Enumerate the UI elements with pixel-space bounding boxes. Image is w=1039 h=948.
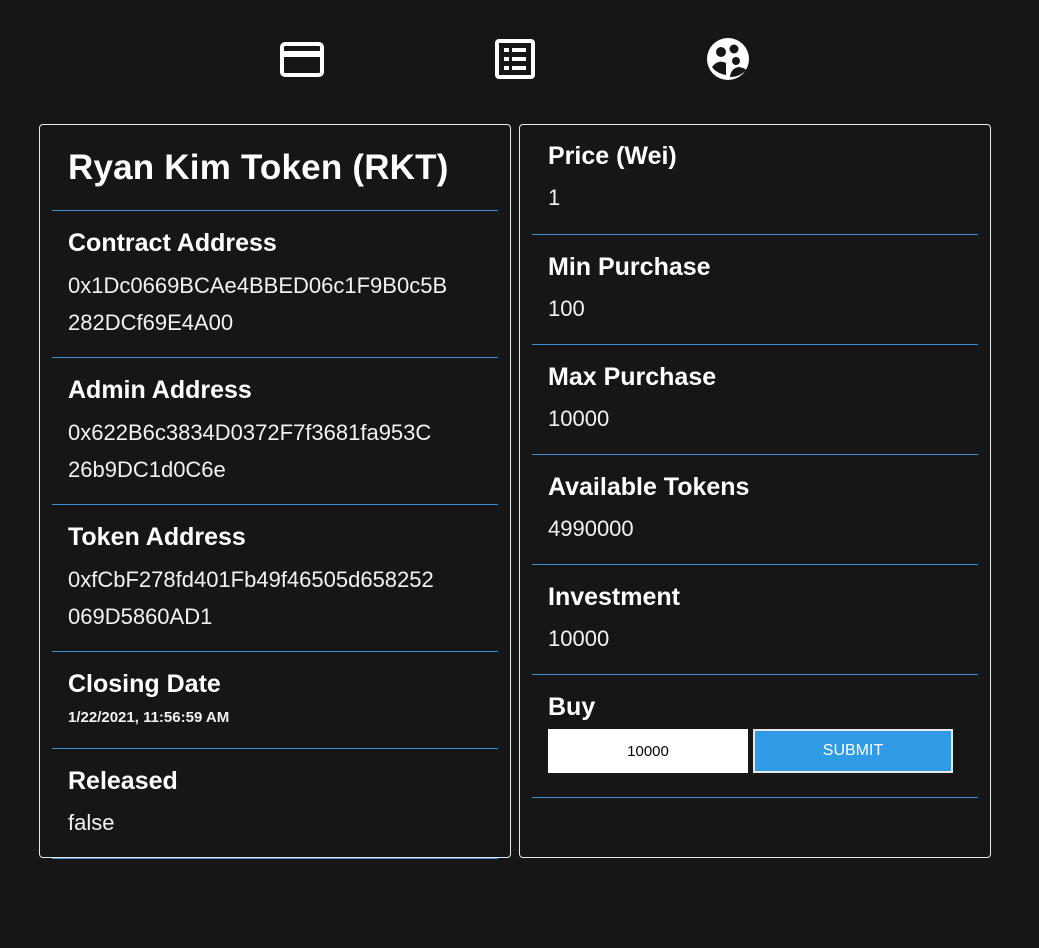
investment-value: 10000 [548, 626, 610, 651]
list-icon [495, 39, 535, 79]
min-purchase-value: 100 [548, 296, 585, 321]
max-purchase-label: Max Purchase [548, 363, 717, 391]
released-value: false [68, 810, 115, 835]
nav-list-button[interactable] [490, 34, 540, 84]
admin-address-line-1: 0x622B6c3834D0372F7f3681fa953C [68, 420, 432, 445]
token-address-label: Token Address [68, 523, 246, 551]
max-purchase-value: 10000 [548, 406, 610, 431]
closing-date-row: Closing Date 1/22/2021, 11:56:59 AM [52, 652, 498, 749]
released-row: Released false [52, 749, 498, 859]
page: Ryan Kim Token (RKT) Contract Address 0x… [0, 0, 1039, 948]
token-info-panel: Ryan Kim Token (RKT) Contract Address 0x… [39, 124, 511, 859]
closing-date-value: 1/22/2021, 11:56:59 AM [68, 709, 230, 726]
max-purchase-row: Max Purchase 10000 [532, 345, 978, 455]
contract-address-row: Contract Address 0x1Dc0669BCAe4BBED06c1F… [52, 211, 498, 358]
investment-label: Investment [548, 583, 680, 611]
people-icon [707, 38, 749, 80]
available-tokens-row: Available Tokens 4990000 [532, 455, 978, 565]
price-row: Price (Wei) 1 [532, 125, 978, 235]
contract-address-line-1: 0x1Dc0669BCAe4BBED06c1F9B0c5B [68, 273, 448, 298]
min-purchase-label: Min Purchase [548, 253, 711, 281]
price-label: Price (Wei) [548, 142, 677, 170]
admin-address-label: Admin Address [68, 376, 252, 404]
admin-address-row: Admin Address 0x622B6c3834D0372F7f3681fa… [52, 358, 498, 505]
released-label: Released [68, 767, 178, 795]
closing-date-label: Closing Date [68, 670, 221, 698]
min-purchase-row: Min Purchase 100 [532, 235, 978, 345]
top-nav [0, 34, 1039, 84]
token-address-line-2: 069D5860AD1 [68, 604, 213, 629]
admin-address-line-2: 26b9DC1d0C6e [68, 457, 226, 482]
credit-card-icon [280, 42, 324, 77]
sale-info-panel: Price (Wei) 1 Min Purchase 100 Max Purch… [519, 124, 991, 858]
token-address-line-1: 0xfCbF278fd401Fb49f46505d658252 [68, 567, 434, 592]
contract-address-value: 0x1Dc0669BCAe4BBED06c1F9B0c5B 282DCf69E4… [68, 267, 482, 341]
available-tokens-label: Available Tokens [548, 473, 750, 501]
buy-amount-input[interactable] [548, 729, 748, 773]
token-address-row: Token Address 0xfCbF278fd401Fb49f46505d6… [52, 505, 498, 652]
contract-address-label: Contract Address [68, 229, 277, 257]
available-tokens-value: 4990000 [548, 516, 634, 541]
token-title-row: Ryan Kim Token (RKT) [52, 125, 498, 211]
admin-address-value: 0x622B6c3834D0372F7f3681fa953C 26b9DC1d0… [68, 414, 482, 488]
investment-row: Investment 10000 [532, 565, 978, 675]
buy-controls: SUBMIT [548, 729, 962, 773]
nav-credit-card-button[interactable] [277, 34, 327, 84]
price-value: 1 [548, 185, 561, 210]
token-address-value: 0xfCbF278fd401Fb49f46505d658252 069D5860… [68, 561, 482, 635]
contract-address-line-2: 282DCf69E4A00 [68, 310, 234, 335]
submit-button[interactable]: SUBMIT [753, 729, 953, 773]
buy-label: Buy [548, 693, 596, 721]
buy-row: Buy SUBMIT [532, 675, 978, 798]
nav-people-button[interactable] [703, 34, 753, 84]
token-title: Ryan Kim Token (RKT) [68, 147, 449, 187]
